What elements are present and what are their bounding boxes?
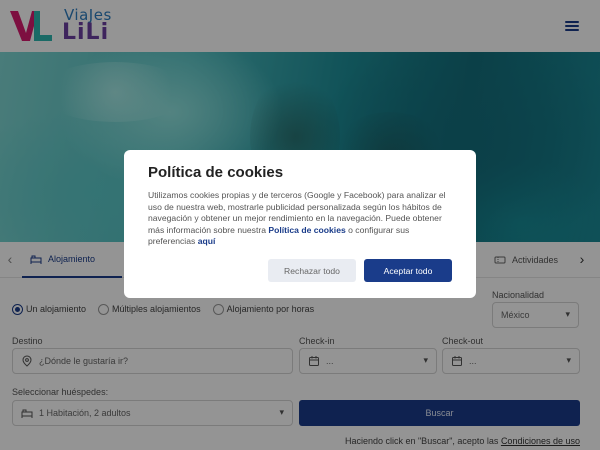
reject-all-button[interactable]: Rechazar todo bbox=[268, 259, 356, 282]
modal-actions: Rechazar todo Aceptar todo bbox=[268, 259, 452, 282]
accept-all-button[interactable]: Aceptar todo bbox=[364, 259, 452, 282]
cookie-policy-link[interactable]: Política de cookies bbox=[268, 225, 345, 235]
cookie-preferences-link[interactable]: aquí bbox=[198, 236, 216, 246]
modal-body: Utilizamos cookies propias y de terceros… bbox=[148, 190, 452, 248]
modal-title: Política de cookies bbox=[148, 164, 284, 181]
cookie-consent-modal: Política de cookies Utilizamos cookies p… bbox=[124, 150, 476, 298]
